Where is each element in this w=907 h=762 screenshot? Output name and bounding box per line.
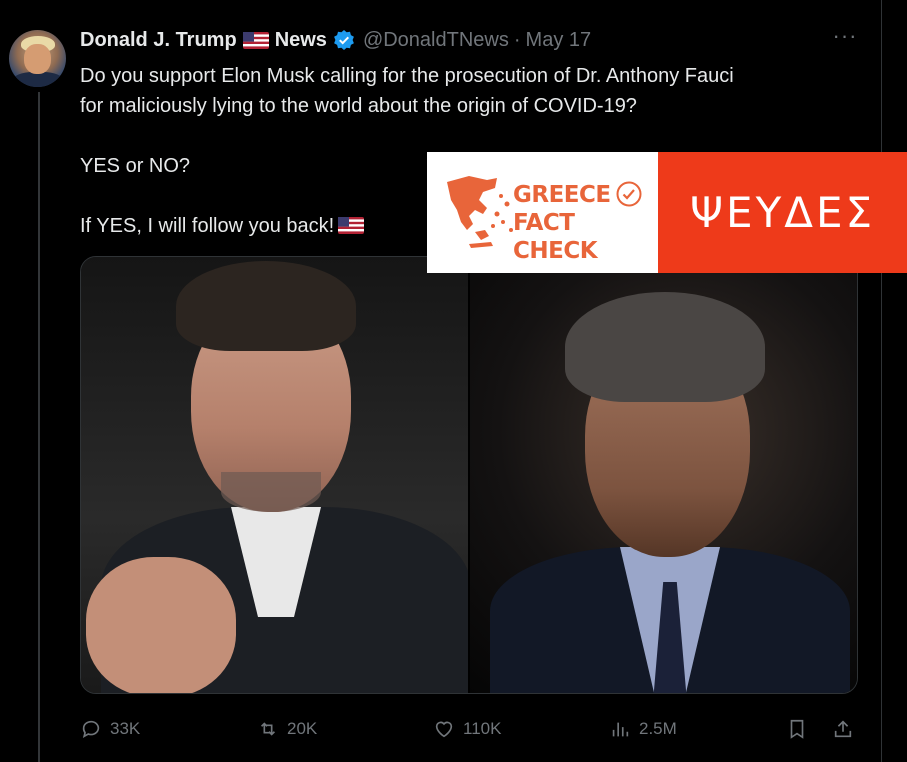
retweet-count: 20K <box>287 719 318 738</box>
avatar-suit <box>13 72 63 87</box>
thread-line <box>38 92 40 762</box>
photo-anthony-fauci[interactable] <box>470 257 857 693</box>
portrait-hands <box>86 557 236 693</box>
tweet-line-text: If YES, I will follow you back! <box>80 215 335 237</box>
fact-check-logo: GREECE FACT CHECK <box>427 152 658 273</box>
photo-elon-musk[interactable] <box>81 257 468 693</box>
verified-badge-icon <box>334 30 354 50</box>
heart-icon <box>435 721 453 738</box>
tweet-line: for maliciously lying to the world about… <box>80 95 637 117</box>
us-flag-icon <box>242 31 269 49</box>
portrait-hair <box>565 292 765 402</box>
retweet-button[interactable]: 20K <box>257 714 317 744</box>
fact-check-verdict: ΨΕΥΔΕΣ <box>658 152 907 273</box>
portrait-hair <box>176 261 356 351</box>
share-button[interactable] <box>832 714 862 744</box>
fact-check-badge: GREECE FACT CHECK ΨΕΥΔΕΣ <box>427 152 907 273</box>
view-count: 2.5M <box>639 719 677 738</box>
fact-check-brand-line2: FACT CHECK <box>513 210 598 264</box>
views-button[interactable]: 2.5M <box>609 714 677 744</box>
reply-count: 33K <box>110 719 141 738</box>
separator-dot: · <box>513 28 521 51</box>
reply-icon <box>82 720 100 738</box>
like-count: 110K <box>463 719 502 738</box>
fact-check-brand: GREECE FACT CHECK <box>513 180 653 265</box>
tweet-actions: 33K 20K 110K 2.5M <box>80 714 860 744</box>
bookmark-button[interactable] <box>786 714 816 744</box>
author-handle[interactable]: @DonaldTNews <box>363 29 509 52</box>
like-button[interactable]: 110K <box>433 714 501 744</box>
tweet-media[interactable] <box>80 256 858 694</box>
views-bar-icon <box>612 722 629 737</box>
retweet-icon <box>260 722 276 736</box>
column-border <box>881 0 882 762</box>
author-suffix[interactable]: News <box>275 29 327 52</box>
avatar-face <box>24 44 51 74</box>
share-icon <box>834 720 852 738</box>
tweet-date[interactable]: May 17 <box>526 29 592 52</box>
tweet-header: Donald J. Trump News @DonaldTNews · May … <box>80 28 591 52</box>
us-flag-icon <box>338 217 365 234</box>
reply-button[interactable]: 33K <box>80 714 140 744</box>
greece-map-icon <box>447 176 513 248</box>
author-name[interactable]: Donald J. Trump <box>80 29 237 52</box>
more-options-icon[interactable]: ··· <box>832 25 858 51</box>
tweet-line: Do you support Elon Musk calling for the… <box>80 65 734 87</box>
check-circle-icon <box>616 181 642 207</box>
avatar[interactable] <box>9 30 66 87</box>
portrait-beard <box>221 472 321 512</box>
bookmark-icon <box>790 719 804 739</box>
fact-check-brand-line1: GREECE <box>513 182 611 208</box>
